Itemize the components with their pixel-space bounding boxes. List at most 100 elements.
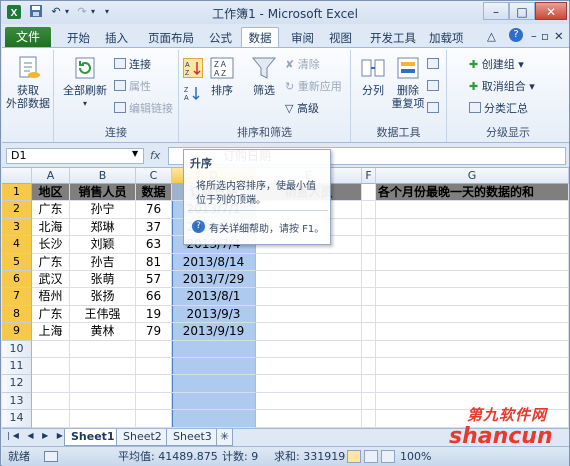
cell-g-row-11[interactable]: [376, 358, 569, 376]
cell-f-row-2[interactable]: [362, 201, 376, 219]
advanced-filter-button[interactable]: ▽ 高级: [285, 102, 319, 116]
cell-a-row-2[interactable]: 广东: [32, 201, 70, 219]
cell-b-row-4[interactable]: 刘颖: [70, 236, 136, 254]
row-header-11[interactable]: 11: [2, 358, 32, 376]
column-header-f[interactable]: F: [362, 168, 376, 184]
cell-e-row-7[interactable]: [256, 288, 362, 306]
name-box-dropdown-icon[interactable]: ▼: [132, 149, 138, 158]
tab-insert[interactable]: 插入: [105, 30, 128, 46]
cell-a-row-7[interactable]: 梧州: [32, 288, 70, 306]
cell-g-row-6[interactable]: [376, 271, 569, 289]
cell-f-row-14[interactable]: [362, 410, 376, 428]
tab-home[interactable]: 开始: [67, 30, 90, 46]
help-icon[interactable]: ?: [509, 28, 523, 42]
cell-e-row-5[interactable]: [256, 253, 362, 271]
cell-f-row-4[interactable]: [362, 236, 376, 254]
cell-b-row-10[interactable]: [70, 340, 136, 358]
cell-f-row-10[interactable]: [362, 340, 376, 358]
row-header-9[interactable]: 9: [2, 323, 32, 341]
sort-ascending-button[interactable]: AZ: [183, 58, 203, 78]
cell-a-row-10[interactable]: [32, 340, 70, 358]
cell-c-row-12[interactable]: [136, 375, 172, 393]
cell-f-row-3[interactable]: [362, 218, 376, 237]
column-header-b[interactable]: B: [70, 168, 136, 184]
what-if-button[interactable]: [427, 102, 442, 116]
insert-sheet-icon[interactable]: ✳: [216, 429, 234, 446]
cell-c-row-3[interactable]: 37: [136, 218, 172, 237]
cell-b-row-2[interactable]: 孙宁: [70, 201, 136, 219]
cell-f-row-5[interactable]: [362, 253, 376, 271]
cell-a-row-14[interactable]: [32, 410, 70, 428]
group-button[interactable]: ✚ 创建组 ▾: [469, 58, 524, 72]
filter-button[interactable]: 筛选: [249, 54, 279, 97]
cell-c-row-5[interactable]: 81: [136, 253, 172, 271]
cell-e-row-10[interactable]: [256, 340, 362, 358]
tab-page-layout[interactable]: 页面布局: [148, 30, 194, 46]
cell-d-row-14[interactable]: [172, 410, 256, 428]
tab-formulas[interactable]: 公式: [209, 30, 232, 46]
workbook-close-icon[interactable]: ✕: [554, 29, 564, 43]
sort-descending-button[interactable]: ZA: [183, 84, 203, 104]
cell-d-row-13[interactable]: [172, 392, 256, 411]
cell-a-row-11[interactable]: [32, 358, 70, 376]
row-header-12[interactable]: 12: [2, 375, 32, 393]
consolidate-button[interactable]: [427, 80, 442, 94]
properties-button[interactable]: 属性: [114, 80, 151, 94]
remove-duplicates-button[interactable]: 删除 重复项: [391, 54, 425, 110]
cell-f-row-7[interactable]: [362, 288, 376, 306]
cell-d-row-5[interactable]: 2013/8/14: [172, 253, 256, 271]
cell-d-row-11[interactable]: [172, 358, 256, 376]
cell-a-row-3[interactable]: 北海: [32, 218, 70, 237]
macro-record-icon[interactable]: [44, 451, 58, 462]
cell-c-row-4[interactable]: 63: [136, 236, 172, 254]
cell-c-row-14[interactable]: [136, 410, 172, 428]
cell-f-row-13[interactable]: [362, 392, 376, 411]
cell-g-row-5[interactable]: [376, 253, 569, 271]
cell-c-row-11[interactable]: [136, 358, 172, 376]
cell-b-row-6[interactable]: 张萌: [70, 271, 136, 289]
close-button[interactable]: ✕: [535, 2, 567, 20]
cell-f-row-6[interactable]: [362, 271, 376, 289]
cell-e-row-9[interactable]: [256, 323, 362, 341]
minimize-button[interactable]: –: [483, 2, 509, 20]
ungroup-button[interactable]: ✚ 取消组合 ▾: [469, 80, 535, 94]
row-header-6[interactable]: 6: [2, 271, 32, 289]
cell-a-row-13[interactable]: [32, 392, 70, 411]
column-header-g[interactable]: G: [376, 168, 569, 184]
cell-f-row-1[interactable]: [362, 184, 376, 202]
cell-c-row-13[interactable]: [136, 392, 172, 411]
cell-a-row-4[interactable]: 长沙: [32, 236, 70, 254]
cell-g-row-10[interactable]: [376, 340, 569, 358]
tab-view[interactable]: 视图: [329, 30, 352, 46]
subtotal-button[interactable]: 分类汇总: [469, 102, 528, 116]
cell-d-row-12[interactable]: [172, 375, 256, 393]
text-to-columns-button[interactable]: 分列: [357, 54, 389, 97]
cell-g-row-7[interactable]: [376, 288, 569, 306]
select-all-corner[interactable]: [2, 168, 32, 184]
cell-g-row-2[interactable]: [376, 201, 569, 219]
edit-links-button[interactable]: 编辑链接: [114, 102, 173, 116]
cell-a-row-12[interactable]: [32, 375, 70, 393]
cell-b-row-11[interactable]: [70, 358, 136, 376]
sheet-tab-2[interactable]: Sheet2: [116, 429, 169, 446]
cell-g-row-8[interactable]: [376, 305, 569, 324]
cell-g-row-12[interactable]: [376, 375, 569, 393]
row-header-5[interactable]: 5: [2, 253, 32, 271]
cell-b-row-3[interactable]: 郑琳: [70, 218, 136, 237]
cell-b-row-5[interactable]: 孙吉: [70, 253, 136, 271]
zoom-level[interactable]: 100%: [400, 447, 431, 466]
cell-c-row-1[interactable]: 数据: [136, 184, 172, 202]
cell-f-row-11[interactable]: [362, 358, 376, 376]
row-header-4[interactable]: 4: [2, 236, 32, 254]
sheet-tab-3[interactable]: Sheet3: [166, 429, 219, 446]
cell-g-row-3[interactable]: [376, 218, 569, 237]
tab-data[interactable]: 数据: [241, 27, 279, 49]
cell-c-row-8[interactable]: 19: [136, 305, 172, 324]
cell-d-row-10[interactable]: [172, 340, 256, 358]
cell-c-row-10[interactable]: [136, 340, 172, 358]
name-box[interactable]: D1: [6, 148, 144, 164]
connections-button[interactable]: 连接: [114, 58, 151, 72]
column-header-a[interactable]: A: [32, 168, 70, 184]
cell-b-row-8[interactable]: 王伟强: [70, 305, 136, 324]
cell-e-row-11[interactable]: [256, 358, 362, 376]
